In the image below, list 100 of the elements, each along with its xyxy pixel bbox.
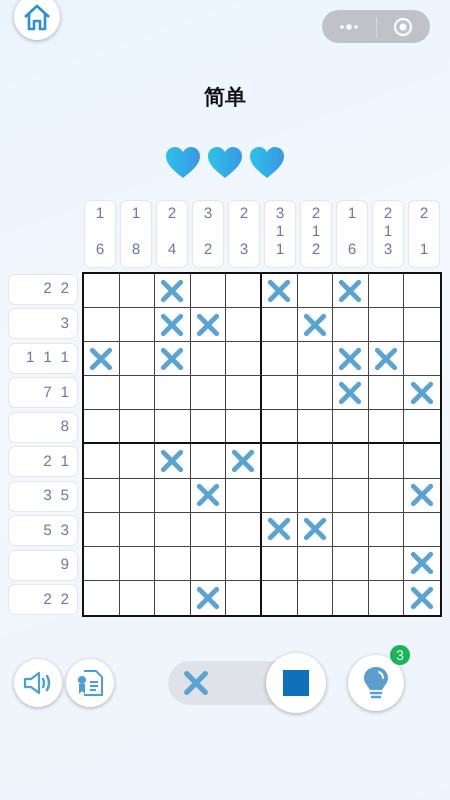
grid-cell[interactable] [262, 342, 298, 376]
grid-cell[interactable] [298, 376, 334, 410]
grid-cell[interactable] [262, 274, 298, 308]
grid-cell[interactable] [262, 478, 298, 513]
grid-cell[interactable] [368, 512, 404, 547]
grid-cell[interactable] [368, 308, 404, 342]
grid-cell[interactable] [262, 410, 298, 444]
grid-cell[interactable] [120, 410, 156, 444]
grid-cell[interactable] [190, 308, 226, 342]
grid-cell[interactable] [190, 512, 226, 547]
grid-cell[interactable] [298, 512, 334, 547]
grid-cell[interactable] [190, 546, 226, 581]
grid-cell[interactable] [333, 546, 369, 581]
grid-cell[interactable] [298, 308, 334, 342]
grid-cell[interactable] [226, 308, 262, 342]
clue-number: 3 [240, 241, 248, 259]
grid-cell[interactable] [120, 274, 156, 308]
grid-cell[interactable] [262, 444, 298, 479]
grid-cell[interactable] [298, 546, 334, 581]
grid-cell[interactable] [120, 444, 156, 479]
clue-number: 4 [168, 241, 176, 259]
grid-cell[interactable] [333, 308, 369, 342]
grid-cell[interactable] [84, 274, 120, 308]
grid-cell[interactable] [155, 342, 191, 376]
grid-cell[interactable] [298, 274, 334, 308]
grid-cell[interactable] [190, 478, 226, 513]
grid-cell[interactable] [262, 546, 298, 581]
grid-cell[interactable] [120, 546, 156, 581]
clue-number: 1 [43, 349, 52, 368]
grid-cell[interactable] [120, 342, 156, 376]
grid-cell[interactable] [298, 342, 334, 376]
grid-cell[interactable] [368, 478, 404, 513]
grid-cell[interactable] [84, 308, 120, 342]
sound-button[interactable] [14, 659, 62, 707]
grid-cell[interactable] [333, 376, 369, 410]
cross-icon [230, 448, 256, 474]
grid-cell[interactable] [155, 546, 191, 581]
grid-cell[interactable] [226, 410, 262, 444]
grid-cell[interactable] [298, 410, 334, 444]
grid-cell[interactable] [298, 478, 334, 513]
grid-cell[interactable] [84, 512, 120, 547]
grid-cell[interactable] [155, 274, 191, 308]
grid-cell[interactable] [190, 444, 226, 479]
grid-cell[interactable] [226, 546, 262, 581]
grid-cell[interactable] [84, 342, 120, 376]
grid-cell[interactable] [120, 308, 156, 342]
grid-cell[interactable] [262, 512, 298, 547]
grid-cell[interactable] [333, 512, 369, 547]
grid-cell[interactable] [120, 512, 156, 547]
grid-cell[interactable] [120, 478, 156, 513]
grid-cell[interactable] [226, 274, 262, 308]
grid-cell[interactable] [368, 410, 404, 444]
clue-number: 1 [60, 384, 69, 402]
grid-cell[interactable] [298, 444, 334, 479]
grid-cell[interactable] [84, 444, 120, 479]
grid-cell[interactable] [155, 410, 191, 444]
grid-cell[interactable] [155, 308, 191, 342]
grid-cell[interactable] [262, 308, 298, 342]
grid-cell[interactable] [226, 444, 262, 479]
clue-number: 1 [348, 205, 356, 223]
grid-cell[interactable] [155, 478, 191, 513]
cross-icon [195, 584, 222, 611]
grid-cell[interactable] [84, 546, 120, 581]
grid-cell[interactable] [84, 376, 120, 410]
clue-number: 2 [60, 280, 69, 298]
grid-cell[interactable] [262, 376, 298, 410]
grid-cell[interactable] [368, 546, 404, 581]
grid-cell[interactable] [155, 444, 191, 479]
grid-cell[interactable] [190, 376, 226, 410]
grid-cell[interactable] [155, 512, 191, 547]
grid-cell[interactable] [333, 342, 369, 376]
clue-number: 1 [26, 349, 34, 368]
grid-cell[interactable] [333, 410, 369, 444]
cross-icon [409, 380, 436, 406]
grid-cell[interactable] [226, 376, 262, 410]
grid-cell[interactable] [368, 342, 404, 376]
mode-toggle[interactable] [168, 653, 326, 713]
grid-cell[interactable] [333, 478, 369, 513]
grid-cell[interactable] [226, 478, 262, 513]
grid-cell[interactable] [120, 376, 156, 410]
grid-cell[interactable] [368, 444, 404, 479]
grid-cell[interactable] [190, 274, 226, 308]
grid-cell[interactable] [368, 376, 404, 410]
grid-cell[interactable] [333, 274, 369, 308]
grid-cell[interactable] [190, 342, 226, 376]
grid-cell[interactable] [84, 478, 120, 513]
clue-number: 1 [420, 241, 428, 259]
cross-icon [337, 278, 364, 304]
fill-mode-button[interactable] [266, 653, 326, 713]
clue-number: 9 [60, 556, 69, 574]
grid-cell[interactable] [226, 512, 262, 547]
certificate-button[interactable] [66, 659, 114, 707]
grid-cell[interactable] [368, 274, 404, 308]
grid-cell[interactable] [333, 444, 369, 479]
grid-cell[interactable] [155, 376, 191, 410]
grid-cell[interactable] [226, 342, 262, 376]
home-button[interactable] [14, 0, 60, 40]
grid-cell[interactable] [190, 410, 226, 444]
grid-cell[interactable] [84, 410, 120, 444]
clue-number: 6 [348, 241, 356, 259]
